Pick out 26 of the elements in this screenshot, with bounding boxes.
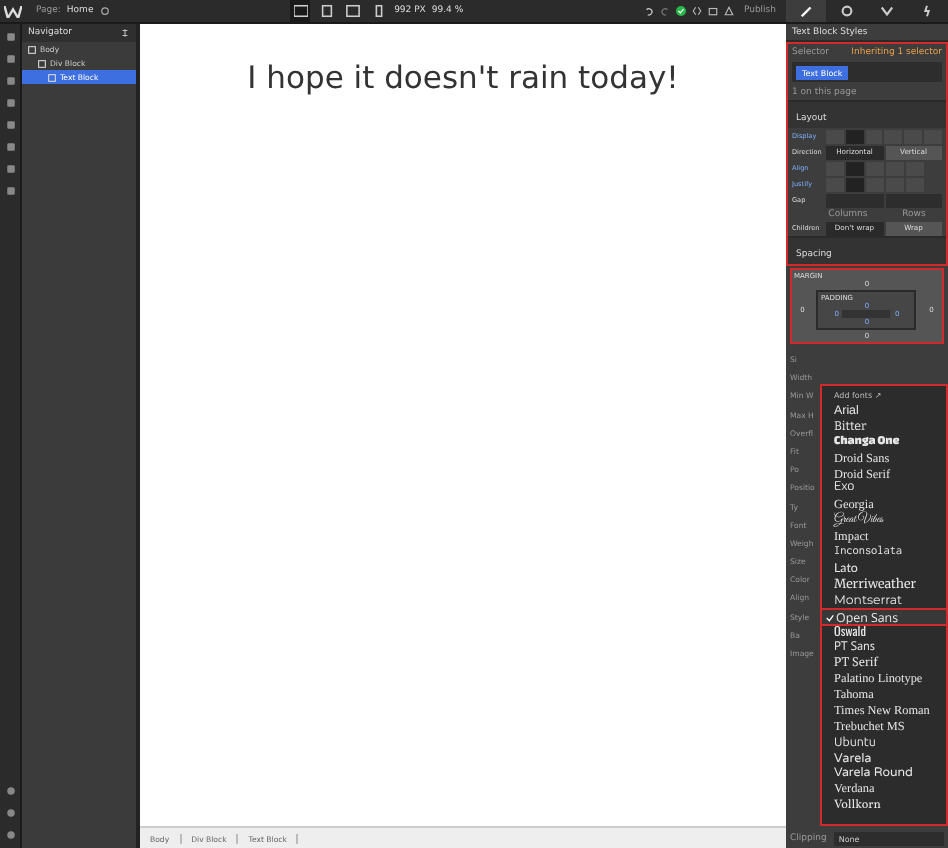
- device-button[interactable]: [316, 0, 337, 22]
- gap-field[interactable]: [885, 193, 942, 207]
- canvas-heading: I hope it doesn't rain today!: [245, 60, 681, 96]
- undo-icon[interactable]: [643, 6, 654, 16]
- tool-icon[interactable]: [5, 164, 15, 174]
- tool-icon[interactable]: [5, 786, 15, 796]
- device-button[interactable]: [290, 0, 311, 22]
- logo-icon[interactable]: [4, 5, 22, 17]
- tool-icon[interactable]: [5, 142, 15, 152]
- collapse-icon[interactable]: [120, 28, 130, 38]
- gap-field[interactable]: [826, 193, 883, 207]
- tool-icon[interactable]: [5, 98, 15, 108]
- tool-icon[interactable]: [5, 808, 15, 818]
- bolt-icon: [920, 4, 935, 18]
- redo-icon[interactable]: [659, 6, 670, 16]
- tool-icon[interactable]: [5, 76, 15, 86]
- tool-icon[interactable]: [5, 830, 15, 840]
- code-icon[interactable]: [691, 6, 702, 16]
- tool-icon[interactable]: [5, 186, 15, 196]
- check-icon: [826, 613, 834, 622]
- tool-icon[interactable]: [5, 120, 15, 130]
- check-icon[interactable]: [675, 6, 686, 16]
- device-button[interactable]: [342, 0, 363, 22]
- panel-tab[interactable]: [786, 0, 827, 22]
- tool-icon[interactable]: [5, 32, 15, 42]
- tool-icon[interactable]: [5, 54, 15, 64]
